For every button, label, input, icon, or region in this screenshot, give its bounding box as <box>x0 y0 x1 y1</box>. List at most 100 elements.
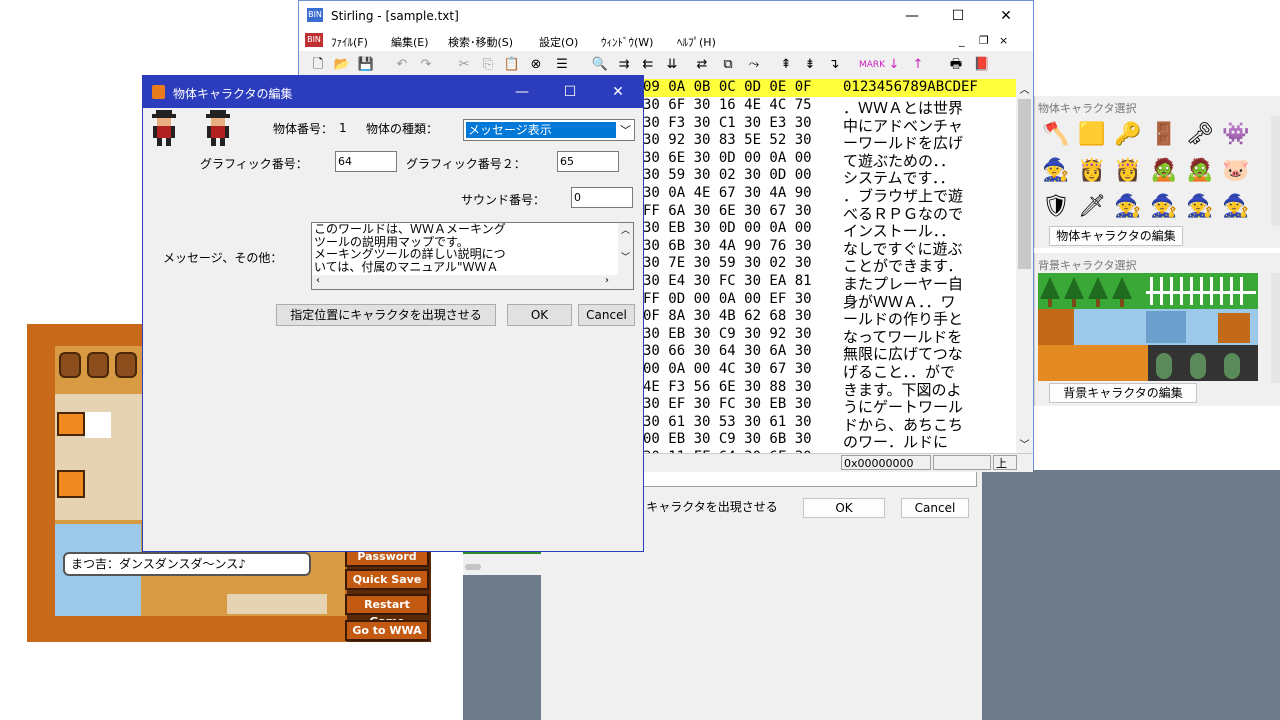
dialog-titlebar[interactable]: 物体キャラクタの編集 — ☐ ✕ <box>143 76 643 108</box>
bg-palette-scrollbar[interactable] <box>1271 273 1280 383</box>
save-icon[interactable]: 💾 <box>355 54 377 76</box>
sound-number-field[interactable]: 0 <box>571 187 633 208</box>
mark-prev-icon[interactable]: ↑ <box>907 54 929 76</box>
message-horizontal-scrollbar[interactable]: ‹ › <box>312 275 633 289</box>
compare-icon[interactable]: ⧉ <box>717 54 739 76</box>
hex-row-chars[interactable]: のワー．ルドに <box>843 431 948 451</box>
object-tile[interactable]: 🔑 <box>1110 116 1146 152</box>
cancel-button[interactable]: Cancel <box>578 304 635 326</box>
hex-row-chars[interactable]: なしですぐに遊ぶ <box>843 238 963 258</box>
background-cancel-button[interactable]: Cancel <box>901 498 969 518</box>
mdi-restore-button[interactable]: ❐ <box>979 34 989 47</box>
hex-row-chars[interactable]: ーワールドを広げ <box>843 132 963 152</box>
mdi-doc-icon[interactable]: BIN <box>305 33 323 47</box>
hex-row-bytes[interactable]: FF 6A 30 6E 30 67 30 <box>643 203 812 221</box>
hex-row-bytes[interactable]: 00 0A 00 4C 30 67 30 <box>643 361 812 379</box>
page-jump-icon[interactable]: ↴ <box>823 54 845 76</box>
scroll-up-icon[interactable]: ︿ <box>1016 81 1033 96</box>
page-down-icon[interactable]: ⇟ <box>799 54 821 76</box>
hex-row-chars[interactable]: きます。下図のよ <box>843 379 962 399</box>
hex-row-chars[interactable]: 無限に広げてつな <box>843 343 963 363</box>
object-tile[interactable]: 🪓 <box>1038 116 1074 152</box>
object-tile[interactable]: 👸 <box>1110 152 1146 188</box>
background-ok-button[interactable]: OK <box>803 498 885 518</box>
hex-row-bytes[interactable]: 30 EB 30 C9 30 92 30 <box>643 326 812 344</box>
stirling-titlebar[interactable]: BIN Stirling - [sample.txt] — ☐ ✕ <box>299 1 1033 31</box>
hex-row-chars[interactable]: なってワールドを <box>843 326 962 346</box>
hex-row-bytes[interactable]: 30 6F 30 16 4E 4C 75 <box>643 97 812 115</box>
mdi-close-button[interactable]: × <box>999 34 1008 47</box>
menu-search[interactable]: 検索･移動(S) <box>448 34 513 50</box>
menu-help[interactable]: ﾍﾙﾌﾟ(H) <box>677 34 716 50</box>
object-tile[interactable]: 🛡 <box>1038 188 1074 224</box>
bg-edit-button[interactable]: 背景キャラクタの編集 <box>1049 383 1197 403</box>
hex-row-chars[interactable]: 身がＷＷＡ．．ワ <box>843 291 956 311</box>
redo-icon[interactable]: ↷ <box>415 54 437 76</box>
hex-row-chars[interactable]: インストール．． <box>843 220 955 240</box>
hex-row-bytes[interactable]: 30 61 30 53 30 61 30 <box>643 414 812 432</box>
object-tile[interactable]: 🗡 <box>1074 188 1110 224</box>
maximize-button[interactable]: ☐ <box>935 1 981 31</box>
hex-row-chars[interactable]: またプレーヤー自 <box>843 273 963 293</box>
hex-vertical-scrollbar[interactable]: ︿ ﹀ <box>1016 79 1033 453</box>
new-file-icon[interactable]: 🗋 <box>307 54 329 76</box>
message-textarea[interactable]: このワールドは、ＷＷＡメーキング ツールの説明用マップです。 メーキングツールの詳し… <box>311 222 634 290</box>
object-edit-button[interactable]: 物体キャラクタの編集 <box>1049 226 1183 246</box>
replace-icon[interactable]: ⇄ <box>691 54 713 76</box>
scroll-right-icon[interactable]: › <box>605 275 609 286</box>
hex-row-bytes[interactable]: 00 EB 30 C9 30 6B 30 <box>643 431 812 449</box>
object-tile[interactable]: 🧙 <box>1038 152 1074 188</box>
hex-row-chars[interactable]: システムです．． <box>843 167 954 187</box>
open-folder-icon[interactable]: 📂 <box>331 54 353 76</box>
mark-next-icon[interactable]: ↓ <box>883 54 905 76</box>
hex-row-bytes[interactable]: 30 0A 4E 67 30 4A 90 <box>643 185 812 203</box>
menu-file[interactable]: ﾌｧｲﾙ(F) <box>331 34 368 50</box>
hex-row-bytes[interactable]: 30 6E 30 0D 00 0A 00 <box>643 150 812 168</box>
object-type-select[interactable]: メッセージ表示 ﹀ <box>463 119 635 141</box>
menu-settings[interactable]: 設定(O) <box>539 34 578 50</box>
restart-game-button[interactable]: Restart Game <box>345 594 429 628</box>
object-tile[interactable]: 👸 <box>1074 152 1110 188</box>
message-vertical-scrollbar[interactable]: ︿ ﹀ <box>618 223 633 275</box>
hex-row-chars[interactable]: うにゲートワール <box>843 396 963 416</box>
object-tile[interactable]: 🧙 <box>1110 188 1146 224</box>
bg-tile-grid[interactable] <box>1038 273 1258 381</box>
hex-row-bytes[interactable]: 30 92 30 83 5E 52 30 <box>643 132 812 150</box>
hex-row-chars[interactable]: て遊ぶための．． <box>843 150 955 170</box>
object-tile[interactable]: 🗝 <box>1182 116 1218 152</box>
object-tile[interactable]: 🟨 <box>1074 116 1110 152</box>
hex-row-chars[interactable]: ．ＷＷＡとは世界 <box>843 97 963 117</box>
ok-button[interactable]: OK <box>507 304 572 326</box>
delete-icon[interactable]: ⊗ <box>525 54 547 76</box>
object-tile[interactable]: 🧟 <box>1146 152 1182 188</box>
go-to-wwa-button[interactable]: Go to WWA <box>345 620 429 641</box>
scroll-down-icon[interactable]: ﹀ <box>1016 436 1033 451</box>
object-tile[interactable]: 👾 <box>1218 116 1254 152</box>
find-down-icon[interactable]: ⇊ <box>661 54 683 76</box>
object-tile[interactable]: 🧙 <box>1218 188 1254 224</box>
object-palette-scrollbar[interactable] <box>1271 116 1280 226</box>
hex-row-chars[interactable]: ールドの作り手と <box>843 308 963 328</box>
hex-scroll-thumb[interactable] <box>1018 99 1031 269</box>
hex-row-chars[interactable]: ことができます． <box>843 255 962 275</box>
object-tile[interactable]: 🧙 <box>1182 188 1218 224</box>
scroll-up-icon[interactable]: ︿ <box>618 223 633 236</box>
minimize-button[interactable]: — <box>889 1 935 31</box>
undo-icon[interactable]: ↶ <box>391 54 413 76</box>
background-spawn-button[interactable]: キャラクタを出現させる <box>636 498 788 516</box>
dialog-maximize-button[interactable]: ☐ <box>547 77 593 107</box>
hex-row-chars[interactable]: べるＲＰＧなので <box>843 203 963 223</box>
horizontal-scroll-thumb[interactable] <box>465 564 481 570</box>
page-up-icon[interactable]: ⇞ <box>775 54 797 76</box>
dialog-close-button[interactable]: ✕ <box>595 77 641 107</box>
goto-icon[interactable]: ⤳ <box>743 54 765 76</box>
hex-row-chars[interactable]: 中にアドベンチャ <box>843 115 963 135</box>
copy-icon[interactable]: ⎘ <box>477 54 499 76</box>
hex-row-bytes[interactable]: 30 7E 30 59 30 02 30 <box>643 255 812 273</box>
scroll-down-icon[interactable]: ﹀ <box>618 250 633 263</box>
close-button[interactable]: ✕ <box>983 1 1029 31</box>
help-book-icon[interactable]: 📕 <box>971 54 993 76</box>
hex-row-bytes[interactable]: 30 6B 30 4A 90 76 30 <box>643 238 812 256</box>
mark-icon[interactable]: MARK <box>859 54 885 76</box>
list-icon[interactable]: ☰ <box>551 54 573 76</box>
